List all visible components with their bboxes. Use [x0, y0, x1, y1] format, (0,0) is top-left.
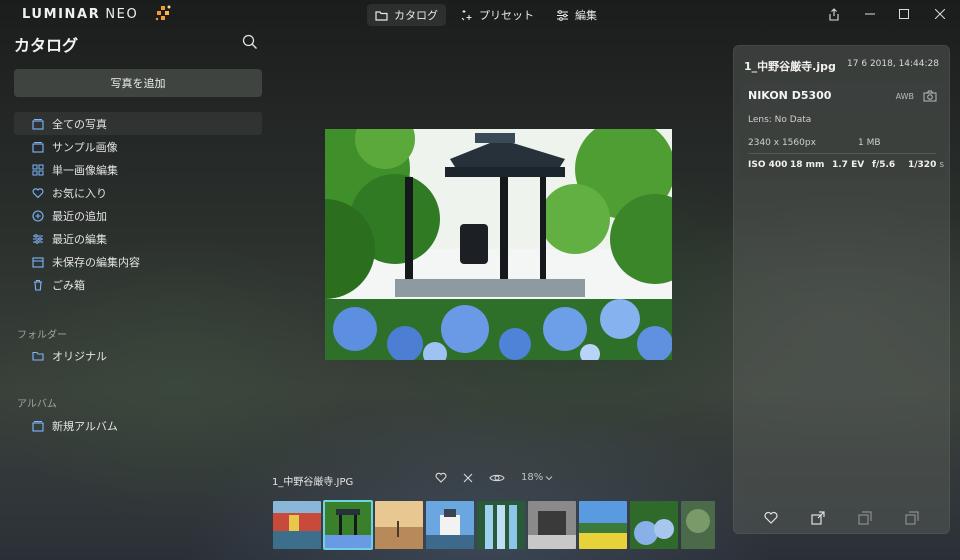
aperture-value: f/5.6 — [872, 160, 896, 170]
duplicate-icon[interactable] — [905, 511, 919, 525]
app-logo: LUMINAR NEO — [22, 7, 138, 22]
sliders-icon — [556, 9, 569, 21]
tab-edit[interactable]: 編集 — [548, 4, 605, 26]
iso-value: ISO 400 — [748, 160, 788, 170]
folder-icon — [32, 350, 44, 362]
sidebar-item-new-album[interactable]: 新規アルバム — [14, 414, 262, 437]
albums-heading: アルバム — [17, 399, 57, 410]
focal-length: 18 mm — [790, 160, 825, 170]
mode-tabs: カタログ プリセット 編集 — [367, 4, 605, 26]
folder-list: オリジナル — [14, 344, 262, 367]
filmstrip-thumbnail[interactable] — [426, 501, 474, 549]
sample-images-icon — [32, 141, 44, 153]
tab-label: プリセット — [479, 9, 534, 22]
top-bar: LUMINAR NEO カタログ プリセット 編集 — [0, 0, 960, 30]
sidebar-item-label: お気に入り — [52, 186, 107, 200]
tab-catalog[interactable]: カタログ — [367, 4, 446, 26]
heart-icon[interactable] — [764, 511, 778, 525]
sidebar-item-unsaved-edits[interactable]: 未保存の編集内容 — [14, 250, 262, 273]
search-icon[interactable] — [242, 34, 258, 50]
sidebar-item-sample-images[interactable]: サンプル画像 — [14, 135, 262, 158]
shutter-unit: s — [939, 160, 945, 170]
sidebar-item-label: ごみ箱 — [52, 278, 85, 292]
photo-filename: 1_中野谷厳寺.JPG — [272, 477, 354, 488]
minimize-icon[interactable] — [862, 6, 878, 22]
trash-icon — [32, 279, 44, 291]
sidebar-item-recently-added[interactable]: 最近の追加 — [14, 204, 262, 227]
shutter-speed: 1/320 — [908, 160, 937, 170]
file-size: 1 MB — [858, 138, 881, 148]
sidebar-item-label: 全ての写真 — [52, 117, 107, 131]
lens-info: Lens: No Data — [748, 115, 812, 125]
sidebar-item-label: サンプル画像 — [52, 140, 118, 154]
camera-model: NIKON D5300 — [748, 89, 832, 102]
filmstrip — [273, 500, 715, 550]
add-photos-button[interactable]: 写真を追加 — [14, 69, 262, 97]
close-icon[interactable] — [932, 6, 948, 22]
logo-mark-icon — [154, 5, 172, 23]
filmstrip-thumbnail[interactable] — [273, 501, 321, 549]
sidebar-item-recently-edited[interactable]: 最近の編集 — [14, 227, 262, 250]
filmstrip-thumbnail[interactable] — [528, 501, 576, 549]
folders-heading: フォルダー — [17, 330, 67, 341]
album-list: 新規アルバム — [14, 414, 262, 437]
filmstrip-thumbnail[interactable] — [477, 501, 525, 549]
logo-suffix: NEO — [105, 7, 139, 22]
panel-actions — [734, 511, 949, 525]
sidebar-item-trash[interactable]: ごみ箱 — [14, 273, 262, 296]
filmstrip-thumbnail[interactable] — [681, 501, 715, 549]
sliders-icon — [32, 233, 44, 245]
copy-icon[interactable] — [858, 511, 872, 525]
white-balance: AWB — [895, 92, 914, 101]
maximize-icon[interactable] — [896, 6, 912, 22]
chevron-down-icon — [545, 475, 553, 481]
tab-label: カタログ — [394, 9, 438, 22]
exif-card: NIKON D5300 AWB Lens: No Data 2340 x 156… — [740, 80, 944, 178]
filmstrip-thumbnail[interactable] — [375, 501, 423, 549]
eye-icon[interactable] — [489, 473, 505, 483]
album-icon — [32, 420, 44, 432]
photo-actions: 18% — [435, 472, 553, 483]
filmstrip-thumbnail[interactable] — [579, 501, 627, 549]
sidebar-item-label: 単一画像編集 — [52, 163, 118, 177]
filmstrip-thumbnail-selected[interactable] — [323, 500, 373, 550]
sidebar-item-label: 最近の編集 — [52, 232, 107, 246]
reject-icon[interactable] — [463, 473, 473, 483]
plus-circle-icon — [32, 209, 44, 222]
heart-icon — [32, 187, 44, 199]
share-icon[interactable] — [826, 6, 842, 22]
all-photos-icon — [32, 118, 44, 130]
folder-icon — [375, 10, 388, 21]
zoom-dropdown[interactable]: 18% — [521, 472, 553, 483]
grid-icon — [32, 164, 44, 176]
sidebar-item-label: 最近の追加 — [52, 209, 107, 223]
divider — [748, 153, 936, 154]
unsaved-icon — [32, 256, 44, 268]
sidebar-title: カタログ — [14, 36, 79, 55]
info-filename: 1_中野谷厳寺.jpg — [744, 60, 836, 73]
exposure-value: 1.7 EV — [832, 160, 865, 170]
logo-text: LUMINAR — [22, 7, 101, 22]
sparkle-icon — [460, 9, 473, 22]
exif-row: ISO 400 18 mm 1.7 EV f/5.6 1/320 s — [748, 160, 944, 170]
sidebar-item-label: 未保存の編集内容 — [52, 255, 140, 269]
filmstrip-thumbnail[interactable] — [630, 501, 678, 549]
heart-icon[interactable] — [435, 472, 447, 483]
camera-icon — [923, 90, 937, 102]
tab-label: 編集 — [575, 9, 597, 22]
sidebar-item-favorites[interactable]: お気に入り — [14, 181, 262, 204]
sidebar-item-all-photos[interactable]: 全ての写真 — [14, 112, 262, 135]
sidebar-item-single-edit[interactable]: 単一画像編集 — [14, 158, 262, 181]
sidebar-item-label: オリジナル — [52, 349, 107, 363]
zoom-value: 18% — [521, 472, 544, 483]
info-panel: 1_中野谷厳寺.jpg 17 6 2018, 14:44:28 NIKON D5… — [733, 45, 950, 534]
export-icon[interactable] — [811, 511, 825, 525]
sidebar-item-folder-original[interactable]: オリジナル — [14, 344, 262, 367]
tab-presets[interactable]: プリセット — [452, 4, 542, 26]
sidebar-item-label: 新規アルバム — [52, 419, 118, 433]
main-photo[interactable] — [325, 129, 672, 360]
catalog-nav: 全ての写真 サンプル画像 単一画像編集 お気に入り 最近の追加 最近の編集 未保… — [14, 112, 262, 296]
image-dimensions: 2340 x 1560px — [748, 138, 816, 148]
info-date: 17 6 2018, 14:44:28 — [847, 59, 939, 69]
